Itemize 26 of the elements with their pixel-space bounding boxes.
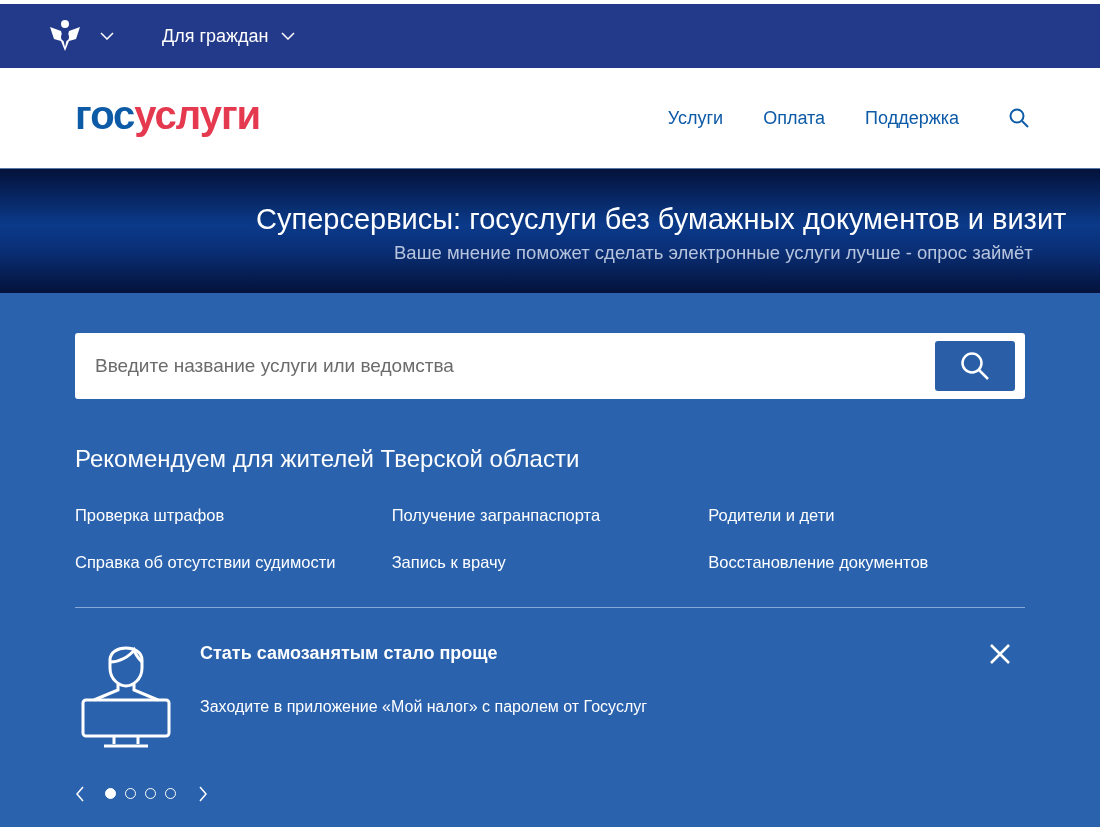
banner-subtitle: Ваше мнение поможет сделать электронные услуги лучше - опрос займёт (394, 241, 1033, 265)
banner-title: Суперсервисы: госуслуги без бумажных документов и визит (256, 202, 1067, 237)
promo-text: Заходите в приложение «Мой налог» с паролем от Госуслуг (200, 696, 648, 717)
caret-icon (280, 32, 295, 40)
search-icon[interactable] (1009, 108, 1029, 128)
service-link[interactable]: Запись к врачу (391, 552, 506, 571)
caret-icon (100, 32, 114, 40)
service-link[interactable]: Получение загранпаспорта (391, 506, 601, 524)
search-icon (960, 351, 990, 381)
logo-text[interactable]: услуги (134, 93, 261, 137)
logo-text[interactable]: гос (75, 93, 135, 137)
service-link[interactable]: Справка об отсутствии судимости (75, 552, 336, 571)
nav-link[interactable]: Поддержка (865, 104, 959, 132)
search-button[interactable] (935, 341, 1015, 391)
service-link[interactable]: Восстановление документов (708, 552, 929, 571)
section-dropdown[interactable]: Для граждан (162, 22, 295, 50)
close-icon[interactable] (990, 643, 1010, 664)
section-heading: Рекомендуем для жителей Тверской области (75, 444, 581, 474)
promo-title: Стать самозанятым стало проще (200, 641, 499, 665)
service-link[interactable]: Родители и дети (708, 506, 835, 524)
banner[interactable]: Суперсервисы: госуслуги без бумажных документов и визит Ваше мнение поможет сделать электронные услуги лучше - опрос займёт (0, 168, 1100, 293)
nav-link[interactable]: Оплата (763, 104, 826, 132)
nav-link[interactable]: Услуги (667, 104, 724, 132)
region-dropdown[interactable] (100, 32, 114, 40)
service-link[interactable]: Проверка штрафов (75, 506, 225, 524)
search-field[interactable]: Введите название услуги или ведомства (75, 333, 1025, 399)
